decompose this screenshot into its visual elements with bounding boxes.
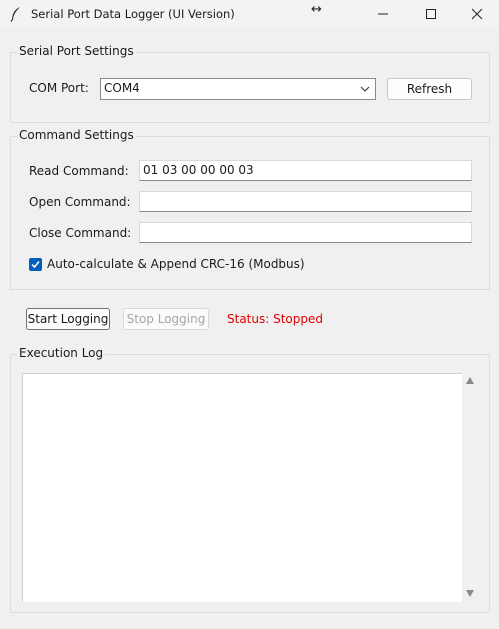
command-settings-title: Command Settings — [17, 128, 136, 142]
com-port-select[interactable]: COM4 — [100, 78, 376, 100]
checkmark-icon — [31, 261, 40, 269]
crc-checkbox-label[interactable]: Auto-calculate & Append CRC-16 (Modbus) — [47, 257, 305, 271]
open-command-label: Open Command: — [29, 195, 131, 209]
crc-checkbox[interactable] — [29, 258, 42, 271]
com-port-label: COM Port: — [29, 81, 89, 95]
chevron-down-icon — [360, 86, 370, 92]
maximize-icon — [426, 9, 436, 19]
minimize-icon — [378, 13, 388, 15]
status-label: Status: Stopped — [227, 312, 323, 326]
refresh-button[interactable]: Refresh — [387, 78, 472, 100]
close-button[interactable] — [454, 0, 499, 28]
read-command-input[interactable]: 01 03 00 00 00 03 — [139, 160, 472, 181]
scroll-down-arrow-icon[interactable] — [466, 590, 474, 597]
close-command-label: Close Command: — [29, 226, 132, 240]
minimize-button[interactable] — [360, 0, 406, 28]
window-title: Serial Port Data Logger (UI Version) — [31, 7, 235, 21]
close-command-input[interactable] — [139, 222, 472, 243]
start-logging-button[interactable]: Start Logging — [26, 308, 110, 330]
scroll-up-arrow-icon[interactable] — [466, 377, 474, 384]
read-command-label: Read Command: — [29, 164, 129, 178]
close-icon — [471, 8, 483, 20]
log-scrollbar[interactable] — [462, 373, 478, 602]
feather-icon — [10, 6, 24, 22]
resize-arrows-icon: ↔ — [311, 2, 322, 17]
open-command-input[interactable] — [139, 191, 472, 212]
title-bar[interactable]: Serial Port Data Logger (UI Version) ↔ — [0, 0, 499, 28]
com-port-value: COM4 — [104, 81, 140, 95]
execution-log-title: Execution Log — [17, 346, 106, 360]
serial-port-settings-title: Serial Port Settings — [17, 44, 136, 58]
stop-logging-button[interactable]: Stop Logging — [123, 308, 209, 330]
execution-log-textarea[interactable] — [22, 373, 462, 602]
maximize-button[interactable] — [408, 0, 454, 28]
